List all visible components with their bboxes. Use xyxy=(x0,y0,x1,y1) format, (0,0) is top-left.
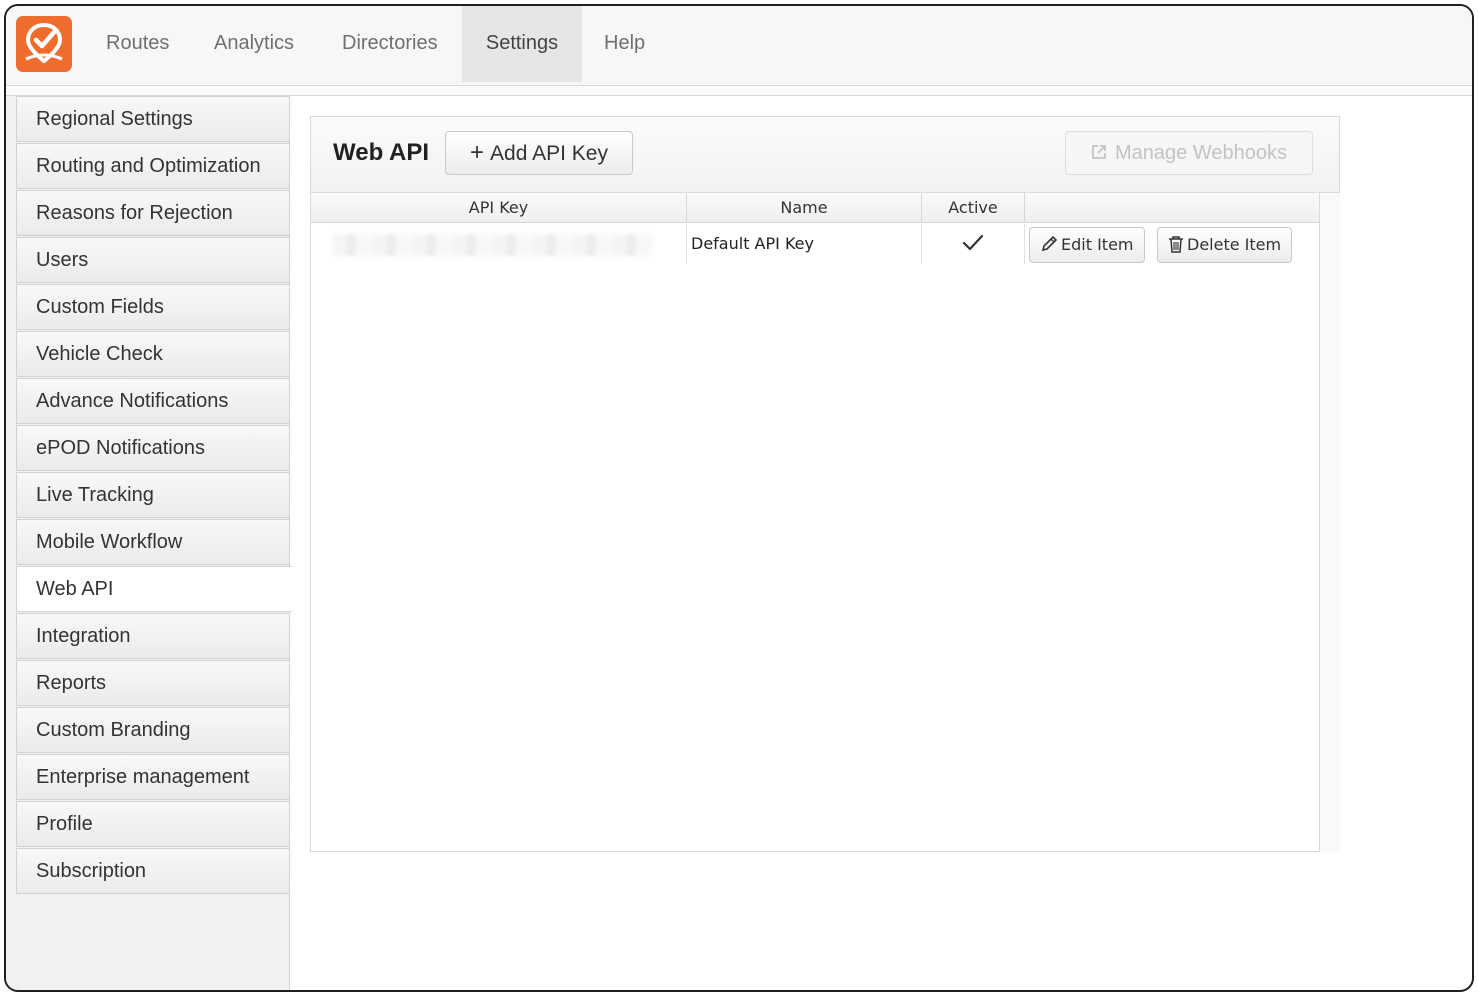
sidebar-item-live-tracking[interactable]: Live Tracking xyxy=(16,472,290,518)
actions-cell: Edit Item Delete Item xyxy=(1025,224,1319,264)
map-pin-check-icon xyxy=(25,22,63,64)
edit-item-label: Edit Item xyxy=(1061,235,1134,254)
trash-icon xyxy=(1169,236,1183,253)
sidebar-item-profile[interactable]: Profile xyxy=(16,801,290,847)
api-key-cell xyxy=(311,224,687,264)
manage-webhooks-label: Manage Webhooks xyxy=(1115,142,1287,164)
navbar-divider xyxy=(6,86,1472,96)
sidebar-item-routing-optimization[interactable]: Routing and Optimization xyxy=(16,143,290,189)
settings-sidebar: Regional Settings Routing and Optimizati… xyxy=(6,96,292,990)
delete-item-label: Delete Item xyxy=(1187,235,1282,254)
sidebar-item-vehicle-check[interactable]: Vehicle Check xyxy=(16,331,290,377)
sidebar-item-regional-settings[interactable]: Regional Settings xyxy=(16,96,290,142)
table-row: Default API Key Edit Item Delete Item xyxy=(311,224,1319,264)
sidebar-item-epod-notifications[interactable]: ePOD Notifications xyxy=(16,425,290,471)
external-link-icon xyxy=(1091,133,1107,175)
sidebar-item-custom-branding[interactable]: Custom Branding xyxy=(16,707,290,753)
delete-item-button[interactable]: Delete Item xyxy=(1157,227,1293,263)
nav-directories[interactable]: Directories xyxy=(320,6,460,82)
column-header-actions xyxy=(1025,193,1319,223)
nav-settings[interactable]: Settings xyxy=(462,6,582,82)
sidebar-item-enterprise-management[interactable]: Enterprise management xyxy=(16,754,290,800)
checkmark-icon xyxy=(962,234,984,251)
panel-title: Web API xyxy=(333,139,430,166)
edit-item-button[interactable]: Edit Item xyxy=(1029,227,1145,263)
top-navbar: Routes Analytics Directories Settings He… xyxy=(6,6,1472,86)
name-cell: Default API Key xyxy=(687,224,922,264)
sidebar-item-reports[interactable]: Reports xyxy=(16,660,290,706)
sidebar-item-users[interactable]: Users xyxy=(16,237,290,283)
column-header-active[interactable]: Active xyxy=(922,193,1025,223)
app-logo[interactable] xyxy=(16,16,72,72)
active-cell xyxy=(922,224,1025,264)
redacted-api-key xyxy=(333,234,653,256)
manage-webhooks-button[interactable]: Manage Webhooks xyxy=(1065,131,1313,175)
sidebar-item-subscription[interactable]: Subscription xyxy=(16,848,290,894)
pencil-icon xyxy=(1041,235,1058,252)
app-window: Routes Analytics Directories Settings He… xyxy=(4,4,1474,992)
sidebar-item-integration[interactable]: Integration xyxy=(16,613,290,659)
sidebar-item-web-api[interactable]: Web API xyxy=(16,566,292,612)
sidebar-item-reasons-for-rejection[interactable]: Reasons for Rejection xyxy=(16,190,290,236)
table-header: API Key Name Active xyxy=(311,193,1319,223)
sidebar-item-custom-fields[interactable]: Custom Fields xyxy=(16,284,290,330)
sidebar-item-advance-notifications[interactable]: Advance Notifications xyxy=(16,378,290,424)
column-header-api-key[interactable]: API Key xyxy=(311,193,687,223)
nav-analytics[interactable]: Analytics xyxy=(192,6,316,82)
table-scroll-gutter xyxy=(1319,193,1340,852)
nav-help[interactable]: Help xyxy=(582,6,667,82)
nav-routes[interactable]: Routes xyxy=(84,6,191,82)
web-api-panel: Web API + Add API Key Manage Webhooks API… xyxy=(310,116,1340,852)
column-header-name[interactable]: Name xyxy=(687,193,922,223)
panel-header: Web API + Add API Key Manage Webhooks xyxy=(311,117,1339,193)
plus-icon: + xyxy=(470,139,485,166)
add-api-key-button[interactable]: + Add API Key xyxy=(445,131,633,175)
sidebar-item-mobile-workflow[interactable]: Mobile Workflow xyxy=(16,519,290,565)
add-api-key-label: Add API Key xyxy=(490,142,608,165)
